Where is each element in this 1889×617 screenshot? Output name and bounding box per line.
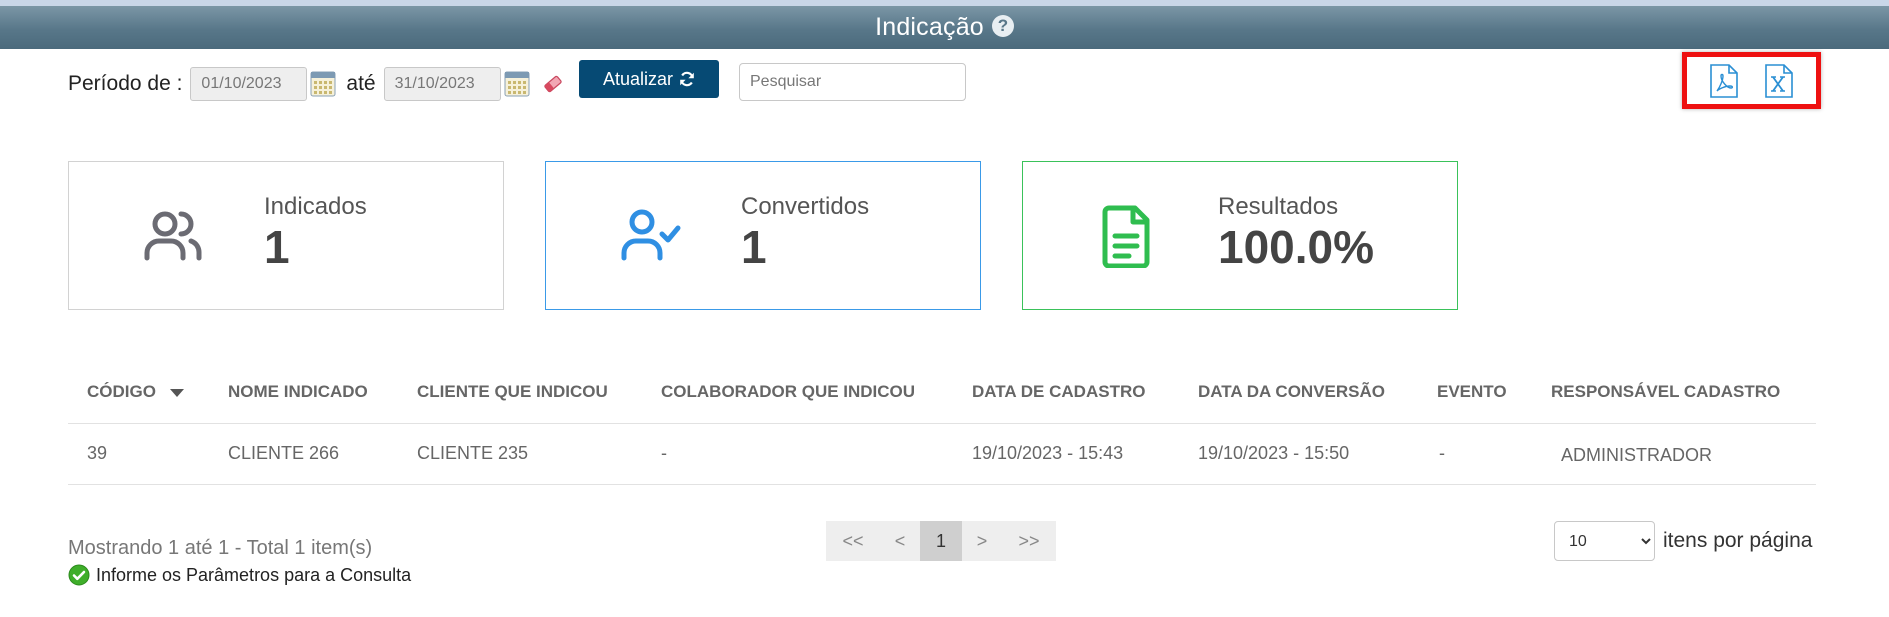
until-label: até: [346, 72, 376, 95]
column-header-cliente-que-indicou[interactable]: CLIENTE QUE INDICOU: [417, 382, 608, 402]
card-value: 100.0%: [1218, 220, 1375, 273]
page-last-button[interactable]: >>: [1002, 521, 1056, 561]
export-buttons-highlight: [1682, 52, 1821, 109]
user-check-icon: [621, 209, 680, 260]
sort-down-icon[interactable]: [169, 388, 184, 397]
calendar-icon[interactable]: [504, 71, 530, 97]
check-circle-icon: [68, 564, 90, 586]
page-size-control: 10 itens por página: [1554, 521, 1812, 561]
column-header-responsavel-cadastro[interactable]: RESPONSÁVEL CADASTRO: [1551, 382, 1780, 402]
column-header-nome-indicado[interactable]: NOME INDICADO: [228, 382, 368, 402]
column-header-colaborador-que-indicou[interactable]: COLABORADOR QUE INDICOU: [661, 382, 915, 402]
page-title: Indicação: [875, 13, 984, 41]
page-current-button[interactable]: 1: [920, 521, 962, 561]
cell-codigo: 39: [87, 443, 108, 463]
period-label: Período de :: [68, 72, 183, 95]
table-header: CÓDIGO NOME INDICADO CLIENTE QUE INDICOU…: [68, 372, 1816, 424]
cell-cliente-que-indicou: CLIENTE 235: [417, 443, 529, 463]
record-count: Mostrando 1 até 1 - Total 1 item(s): [68, 537, 373, 559]
card-label: Resultados: [1218, 192, 1339, 220]
period-filter: Período de : 01/10/2023 até 31/10/2023: [68, 66, 564, 102]
card-convertidos: Convertidos 1: [545, 161, 981, 310]
cell-data-da-conversao: 19/10/2023 - 15:50: [1198, 443, 1350, 463]
page-next-button[interactable]: >: [962, 521, 1002, 561]
page-size-select[interactable]: 10: [1554, 521, 1655, 561]
page-size-label: itens por página: [1663, 529, 1813, 552]
page-first-button[interactable]: <<: [826, 521, 880, 561]
refresh-icon: [680, 71, 694, 87]
cell-nome-indicado: CLIENTE 266: [228, 443, 340, 463]
column-header-data-da-conversao[interactable]: DATA DA CONVERSÃO: [1198, 382, 1385, 402]
cell-colaborador-que-indicou: -: [661, 443, 667, 463]
info-message-text: Informe os Parâmetros para a Consulta: [96, 564, 412, 585]
page-prev-button[interactable]: <: [880, 521, 920, 561]
document-icon: [1102, 205, 1149, 268]
card-value: 1: [741, 220, 767, 273]
card-label: Convertidos: [741, 192, 870, 220]
column-header-codigo[interactable]: CÓDIGO: [87, 382, 184, 402]
card-label: Indicados: [264, 192, 367, 220]
indications-table: CÓDIGO NOME INDICADO CLIENTE QUE INDICOU…: [68, 372, 1816, 485]
cell-responsavel-cadastro: ADMINISTRADOR: [1561, 445, 1713, 465]
date-to-input[interactable]: 31/10/2023: [383, 67, 501, 101]
column-header-evento[interactable]: EVENTO: [1437, 382, 1507, 402]
info-message: Informe os Parâmetros para a Consulta: [68, 564, 411, 586]
title-bar: Indicação ?: [0, 0, 1889, 49]
date-from-input[interactable]: 01/10/2023: [190, 67, 308, 101]
update-button[interactable]: Atualizar: [579, 60, 719, 98]
column-header-data-de-cadastro[interactable]: DATA DE CADASTRO: [972, 382, 1145, 402]
cell-evento: -: [1439, 443, 1445, 463]
calendar-icon[interactable]: [310, 71, 336, 97]
eraser-icon[interactable]: [542, 73, 564, 95]
card-resultados: Resultados 100.0%: [1022, 161, 1458, 310]
search-input[interactable]: [739, 63, 966, 101]
pagination: << < 1 > >>: [826, 521, 1056, 561]
card-indicados: Indicados 1: [68, 161, 504, 310]
cell-data-de-cadastro: 19/10/2023 - 15:43: [972, 443, 1124, 463]
users-icon: [144, 211, 201, 260]
table-row[interactable]: 39 CLIENTE 266 CLIENTE 235 - 19/10/2023 …: [68, 424, 1816, 485]
help-icon[interactable]: ?: [991, 14, 1014, 37]
excel-file-icon[interactable]: [1764, 63, 1794, 98]
update-button-label: Atualizar: [602, 68, 674, 89]
pdf-file-icon[interactable]: [1709, 63, 1739, 98]
card-value: 1: [264, 220, 290, 273]
